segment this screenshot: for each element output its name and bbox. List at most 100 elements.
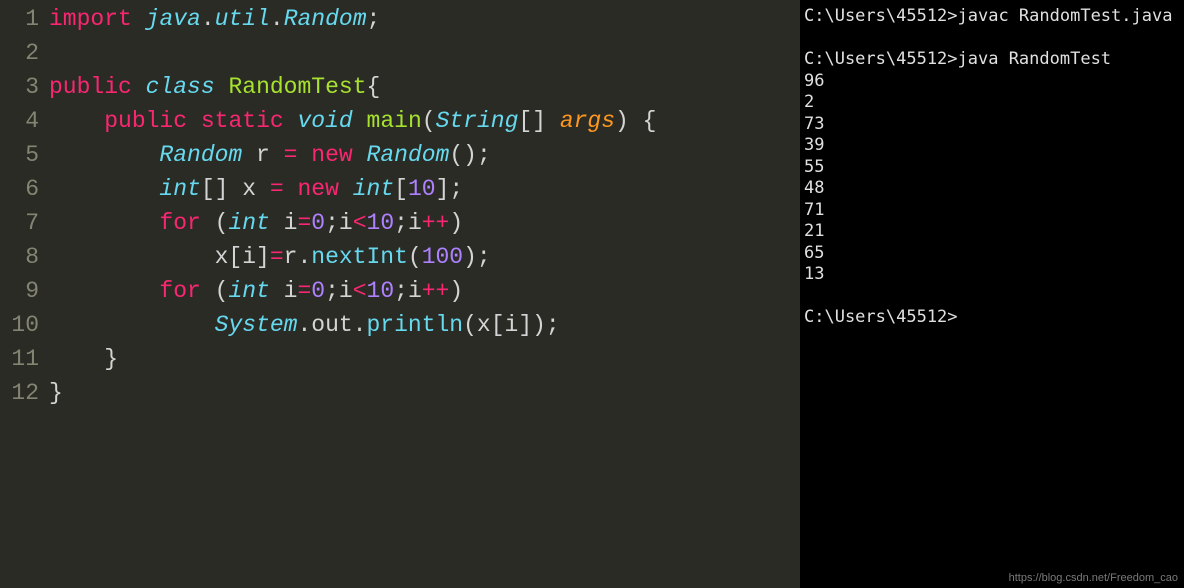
code-line[interactable]: int[] x = new int[10];: [49, 172, 656, 206]
code-token: int: [353, 176, 394, 202]
code-token: public: [104, 108, 187, 134]
code-token: x[i]: [49, 244, 270, 270]
code-token: ) {: [615, 108, 656, 134]
code-token: public: [49, 74, 132, 100]
code-token: }: [49, 380, 63, 406]
code-token: (: [201, 278, 229, 304]
code-token: [49, 108, 104, 134]
code-token: =: [297, 210, 311, 236]
terminal-line: 73: [804, 114, 1180, 136]
code-token: main: [367, 108, 422, 134]
code-token: ;i: [394, 210, 422, 236]
line-number: 10: [0, 308, 39, 342]
code-line[interactable]: public class RandomTest{: [49, 70, 656, 104]
watermark-text: https://blog.csdn.net/Freedom_cao: [1009, 572, 1178, 584]
code-token: [297, 142, 311, 168]
code-token: ++: [422, 278, 450, 304]
line-number-gutter: 123456789101112: [0, 0, 49, 588]
code-token: println: [366, 312, 463, 338]
code-token: util: [215, 6, 270, 32]
code-token: nextInt: [311, 244, 408, 270]
code-token: [: [394, 176, 408, 202]
code-token: static: [201, 108, 284, 134]
line-number: 8: [0, 240, 39, 274]
code-token: 0: [311, 210, 325, 236]
code-line[interactable]: import java.util.Random;: [49, 2, 656, 36]
code-token: System: [215, 312, 298, 338]
code-line[interactable]: for (int i=0;i<10;i++): [49, 206, 656, 240]
code-token: [49, 142, 159, 168]
terminal-line: 21: [804, 221, 1180, 243]
code-line[interactable]: x[i]=r.nextInt(100);: [49, 240, 656, 274]
code-token: .: [201, 6, 215, 32]
code-token: Random: [284, 6, 367, 32]
code-token: =: [297, 278, 311, 304]
code-token: ++: [422, 210, 450, 236]
code-token: (: [408, 244, 422, 270]
code-token: [49, 278, 159, 304]
terminal-line: C:\Users\45512>javac RandomTest.java: [804, 6, 1180, 28]
code-token: for: [159, 210, 200, 236]
code-token: ): [449, 210, 463, 236]
code-token: 0: [311, 278, 325, 304]
code-line[interactable]: }: [49, 342, 656, 376]
code-line[interactable]: System.out.println(x[i]);: [49, 308, 656, 342]
code-token: ;i: [325, 210, 353, 236]
code-token: );: [463, 244, 491, 270]
code-token: [339, 176, 353, 202]
line-number: 3: [0, 70, 39, 104]
code-token: int: [228, 210, 269, 236]
code-token: ): [449, 278, 463, 304]
code-token: i: [270, 210, 298, 236]
code-token: ];: [436, 176, 464, 202]
terminal-output[interactable]: C:\Users\45512>javac RandomTest.java C:\…: [800, 0, 1184, 588]
code-content[interactable]: import java.util.Random; public class Ra…: [49, 0, 656, 588]
code-token: .: [270, 6, 284, 32]
code-token: [284, 108, 298, 134]
code-token: Random: [159, 142, 242, 168]
terminal-line: 65: [804, 243, 1180, 265]
code-token: class: [146, 74, 215, 100]
line-number: 7: [0, 206, 39, 240]
code-token: r.: [284, 244, 312, 270]
code-token: new: [311, 142, 352, 168]
code-editor[interactable]: 123456789101112 import java.util.Random;…: [0, 0, 800, 588]
line-number: 6: [0, 172, 39, 206]
code-token: [132, 6, 146, 32]
terminal-line: 48: [804, 178, 1180, 200]
code-token: 10: [367, 278, 395, 304]
code-token: i: [270, 278, 298, 304]
code-token: 100: [422, 244, 463, 270]
code-token: .out.: [297, 312, 366, 338]
code-token: args: [560, 108, 615, 134]
code-token: []: [518, 108, 559, 134]
code-token: <: [353, 210, 367, 236]
line-number: 2: [0, 36, 39, 70]
line-number: 9: [0, 274, 39, 308]
code-token: <: [353, 278, 367, 304]
code-token: [284, 176, 298, 202]
terminal-line: 96: [804, 71, 1180, 93]
code-line[interactable]: [49, 36, 656, 70]
code-token: [49, 312, 215, 338]
code-token: ;: [367, 6, 381, 32]
code-token: [49, 210, 159, 236]
code-token: ;i: [325, 278, 353, 304]
terminal-line: C:\Users\45512>java RandomTest: [804, 49, 1180, 71]
line-number: 1: [0, 2, 39, 36]
code-line[interactable]: public static void main(String[] args) {: [49, 104, 656, 138]
terminal-line: 2: [804, 92, 1180, 114]
code-token: r: [242, 142, 283, 168]
code-token: void: [298, 108, 353, 134]
code-token: (x[i]);: [463, 312, 560, 338]
code-token: [49, 176, 159, 202]
code-token: ();: [449, 142, 490, 168]
code-line[interactable]: }: [49, 376, 656, 410]
code-token: [353, 108, 367, 134]
code-token: int: [159, 176, 200, 202]
code-line[interactable]: for (int i=0;i<10;i++): [49, 274, 656, 308]
code-line[interactable]: Random r = new Random();: [49, 138, 656, 172]
code-token: [] x: [201, 176, 270, 202]
code-token: Random: [367, 142, 450, 168]
terminal-line: 71: [804, 200, 1180, 222]
